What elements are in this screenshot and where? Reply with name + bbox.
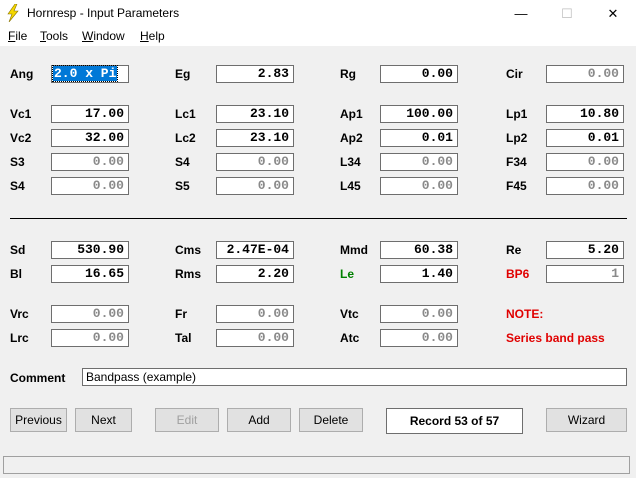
re-field[interactable]: 5.20: [546, 241, 624, 259]
bl-field[interactable]: 16.65: [51, 265, 129, 283]
le-field[interactable]: 1.40: [380, 265, 458, 283]
l45-field[interactable]: 0.00: [380, 177, 458, 195]
menu-tools[interactable]: Tools: [40, 29, 68, 43]
lp2-field[interactable]: 0.01: [546, 129, 624, 147]
ang-label: Ang: [10, 67, 34, 81]
sd-field[interactable]: 530.90: [51, 241, 129, 259]
f34-field[interactable]: 0.00: [546, 153, 624, 171]
rg-label: Rg: [340, 67, 356, 81]
note-text: Series band pass: [506, 331, 605, 345]
menu-bar: File Tools Window Help: [0, 27, 636, 46]
atc-label: Atc: [340, 331, 360, 345]
menu-help[interactable]: Help: [140, 29, 165, 43]
delete-button[interactable]: Delete: [299, 408, 363, 432]
record-indicator: Record 53 of 57: [386, 408, 523, 434]
vrc-field[interactable]: 0.00: [51, 305, 129, 323]
f34-label: F34: [506, 155, 527, 169]
tal-label: Tal: [175, 331, 192, 345]
comment-input[interactable]: Bandpass (example): [82, 368, 627, 386]
ap1-field[interactable]: 100.00: [380, 105, 458, 123]
mmd-label: Mmd: [340, 243, 368, 257]
maximize-button[interactable]: ☐: [544, 0, 590, 27]
lp1-label: Lp1: [506, 107, 528, 121]
rg-field[interactable]: 0.00: [380, 65, 458, 83]
l34-field[interactable]: 0.00: [380, 153, 458, 171]
s3-field[interactable]: 0.00: [51, 153, 129, 171]
f45-label: F45: [506, 179, 527, 193]
fr-field[interactable]: 0.00: [216, 305, 294, 323]
l45-label: L45: [340, 179, 361, 193]
close-button[interactable]: ✕: [590, 0, 636, 27]
menu-window[interactable]: Window: [82, 29, 125, 43]
menu-file[interactable]: File: [8, 29, 27, 43]
s5-label: S5: [175, 179, 190, 193]
next-button[interactable]: Next: [75, 408, 132, 432]
vc2-field[interactable]: 32.00: [51, 129, 129, 147]
eg-label: Eg: [175, 67, 191, 81]
lp2-label: Lp2: [506, 131, 528, 145]
comment-label: Comment: [10, 371, 66, 385]
note-title: NOTE:: [506, 307, 544, 321]
cms-field[interactable]: 2.47E-04: [216, 241, 294, 259]
cms-label: Cms: [175, 243, 202, 257]
le-label: Le: [340, 267, 355, 281]
lrc-field[interactable]: 0.00: [51, 329, 129, 347]
s4-left-field[interactable]: 0.00: [51, 177, 129, 195]
ap2-field[interactable]: 0.01: [380, 129, 458, 147]
s4-left-label: S4: [10, 179, 25, 193]
status-bar: [3, 456, 630, 474]
bl-label: Bl: [10, 267, 22, 281]
rms-label: Rms: [175, 267, 202, 281]
vrc-label: Vrc: [10, 307, 29, 321]
vtc-label: Vtc: [340, 307, 359, 321]
input-parameters-panel: Ang 2.0 x Pi Eg 2.83 Rg 0.00 Cir 0.00 Vc…: [0, 46, 636, 478]
mmd-field[interactable]: 60.38: [380, 241, 458, 259]
vc2-label: Vc2: [10, 131, 32, 145]
wizard-button[interactable]: Wizard: [546, 408, 627, 432]
vtc-field[interactable]: 0.00: [380, 305, 458, 323]
cir-label: Cir: [506, 67, 523, 81]
f45-field[interactable]: 0.00: [546, 177, 624, 195]
minimize-button[interactable]: —: [498, 0, 544, 27]
ang-field[interactable]: 2.0 x Pi: [51, 65, 129, 83]
sd-label: Sd: [10, 243, 26, 257]
ap1-label: Ap1: [340, 107, 363, 121]
l34-label: L34: [340, 155, 361, 169]
lc2-field[interactable]: 23.10: [216, 129, 294, 147]
lc1-field[interactable]: 23.10: [216, 105, 294, 123]
lc1-label: Lc1: [175, 107, 196, 121]
window-title: Hornresp - Input Parameters: [27, 6, 180, 20]
eg-field[interactable]: 2.83: [216, 65, 294, 83]
lc2-label: Lc2: [175, 131, 196, 145]
lrc-label: Lrc: [10, 331, 29, 345]
tal-field[interactable]: 0.00: [216, 329, 294, 347]
rms-field[interactable]: 2.20: [216, 265, 294, 283]
bp6-label: BP6: [506, 267, 530, 281]
bp6-field[interactable]: 1: [546, 265, 624, 283]
fr-label: Fr: [175, 307, 187, 321]
vc1-field[interactable]: 17.00: [51, 105, 129, 123]
atc-field[interactable]: 0.00: [380, 329, 458, 347]
lp1-field[interactable]: 10.80: [546, 105, 624, 123]
section-divider: [10, 218, 627, 219]
vc1-label: Vc1: [10, 107, 32, 121]
s4-field[interactable]: 0.00: [216, 153, 294, 171]
edit-button[interactable]: Edit: [155, 408, 219, 432]
s5-field[interactable]: 0.00: [216, 177, 294, 195]
title-bar: Hornresp - Input Parameters — ☐ ✕: [0, 0, 636, 27]
cir-field[interactable]: 0.00: [546, 65, 624, 83]
ap2-label: Ap2: [340, 131, 363, 145]
previous-button[interactable]: Previous: [10, 408, 67, 432]
re-label: Re: [506, 243, 522, 257]
lightning-icon: [7, 4, 19, 22]
s4-label: S4: [175, 155, 190, 169]
s3-label: S3: [10, 155, 25, 169]
add-button[interactable]: Add: [227, 408, 291, 432]
